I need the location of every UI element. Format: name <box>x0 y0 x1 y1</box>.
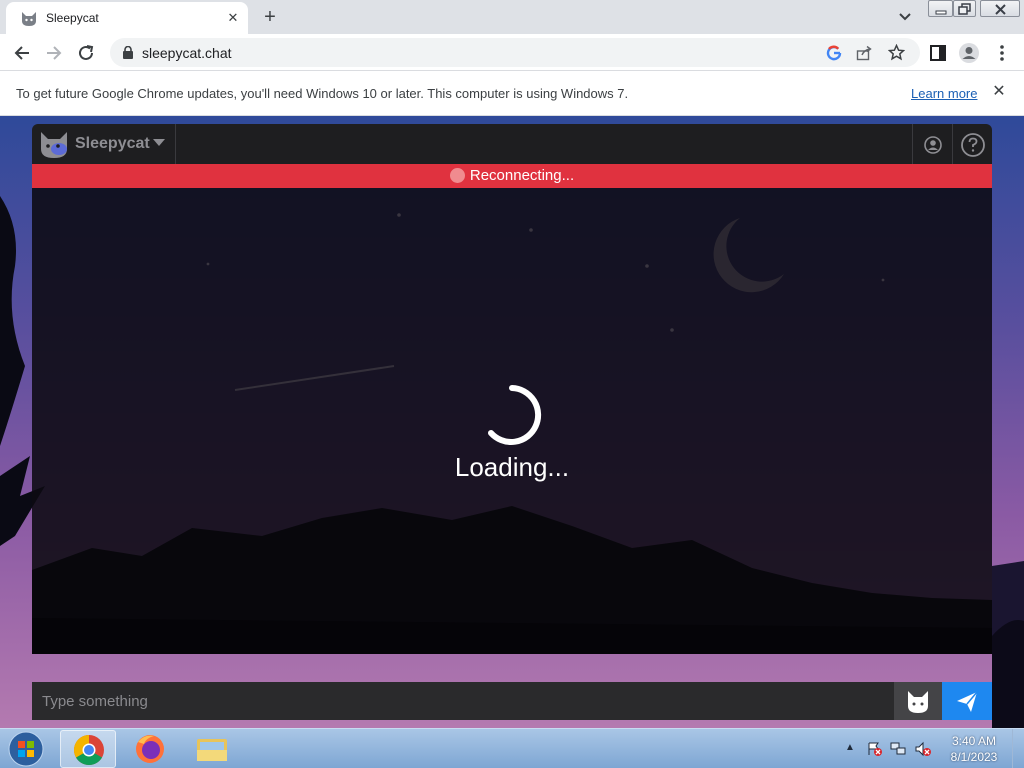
chrome-icon <box>73 735 104 766</box>
side-panel-icon[interactable] <box>927 42 949 64</box>
connection-status-bar: Reconnecting... <box>32 164 992 188</box>
tab-title: Sleepycat <box>46 11 99 25</box>
tab-close-button[interactable]: ✕ <box>224 9 242 27</box>
google-icon[interactable] <box>826 45 842 61</box>
status-dot-icon <box>449 167 465 183</box>
cat-emote-icon <box>908 691 928 713</box>
window-minimize-button[interactable] <box>928 0 953 17</box>
network-icon[interactable] <box>890 741 908 757</box>
share-icon[interactable] <box>856 45 872 61</box>
help-button[interactable] <box>952 124 992 164</box>
menu-dots-icon[interactable] <box>991 42 1013 64</box>
sleepycat-app: Sleepycat Reconnecting... Loading... Typ… <box>32 124 992 720</box>
clock-time: 3:40 AM <box>951 734 997 748</box>
restore-icon <box>958 3 971 15</box>
back-arrow-icon[interactable] <box>11 42 33 64</box>
show-desktop-button[interactable] <box>1012 729 1024 768</box>
browser-toolbar: sleepycat.chat <box>0 34 1024 71</box>
reload-icon[interactable] <box>75 42 97 64</box>
close-icon <box>995 4 1006 15</box>
caret-down-icon <box>153 139 165 146</box>
tab-strip: Sleepycat ✕ + <box>0 0 1024 34</box>
account-button[interactable] <box>912 124 952 164</box>
explorer-icon <box>197 739 227 761</box>
update-infobar: To get future Google Chrome updates, you… <box>0 71 1024 116</box>
lock-icon[interactable] <box>122 46 134 59</box>
volume-muted-icon[interactable] <box>914 741 932 757</box>
chat-area: Loading... <box>32 188 992 654</box>
learn-more-link[interactable]: Learn more <box>911 86 977 101</box>
show-hidden-icons-button[interactable]: ▲ <box>845 742 855 753</box>
message-input[interactable] <box>32 682 894 720</box>
app-header: Sleepycat <box>32 124 992 164</box>
window-close-button[interactable] <box>980 0 1020 17</box>
send-icon <box>957 691 978 712</box>
minimize-icon <box>935 10 947 15</box>
windows-taskbar: ▲ 3:40 AM 8/1/2023 <box>0 728 1024 768</box>
url-text[interactable]: sleepycat.chat <box>142 45 232 61</box>
window-restore-button[interactable] <box>953 0 976 17</box>
taskbar-chrome[interactable] <box>60 730 116 768</box>
emote-button[interactable] <box>894 682 942 720</box>
help-icon <box>961 133 985 157</box>
address-bar[interactable]: sleepycat.chat <box>110 38 920 67</box>
profile-avatar-icon[interactable] <box>958 42 980 64</box>
new-tab-button[interactable]: + <box>258 5 282 29</box>
brand-menu[interactable]: Sleepycat <box>32 124 176 164</box>
taskbar-explorer[interactable] <box>184 730 240 768</box>
clock-date: 8/1/2023 <box>950 750 998 764</box>
firefox-icon <box>136 735 164 763</box>
tab-search-icon[interactable] <box>895 8 915 26</box>
page-viewport: Sleepycat Reconnecting... Loading... Typ… <box>0 116 1024 728</box>
infobar-close-button[interactable]: ✕ <box>989 82 1009 102</box>
cat-logo-icon <box>41 132 67 158</box>
loading-spinner-icon <box>488 385 542 445</box>
send-button[interactable] <box>942 682 992 720</box>
taskbar-firefox[interactable] <box>122 730 178 768</box>
user-icon <box>924 136 942 154</box>
windows-logo-icon <box>8 731 44 767</box>
action-center-icon[interactable] <box>866 741 884 757</box>
tab-sleepycat[interactable]: Sleepycat ✕ <box>6 2 248 34</box>
connection-status-text: Reconnecting... <box>469 167 575 184</box>
forward-arrow-icon[interactable] <box>43 42 65 64</box>
infobar-message: To get future Google Chrome updates, you… <box>16 86 629 101</box>
system-clock[interactable]: 3:40 AM 8/1/2023 <box>944 733 1004 765</box>
brand-name: Sleepycat <box>75 135 150 152</box>
bookmark-star-icon[interactable] <box>888 44 905 61</box>
cat-icon <box>22 12 36 26</box>
start-button[interactable] <box>4 730 48 768</box>
loading-text: Loading... <box>454 452 570 482</box>
message-composer <box>32 682 992 720</box>
